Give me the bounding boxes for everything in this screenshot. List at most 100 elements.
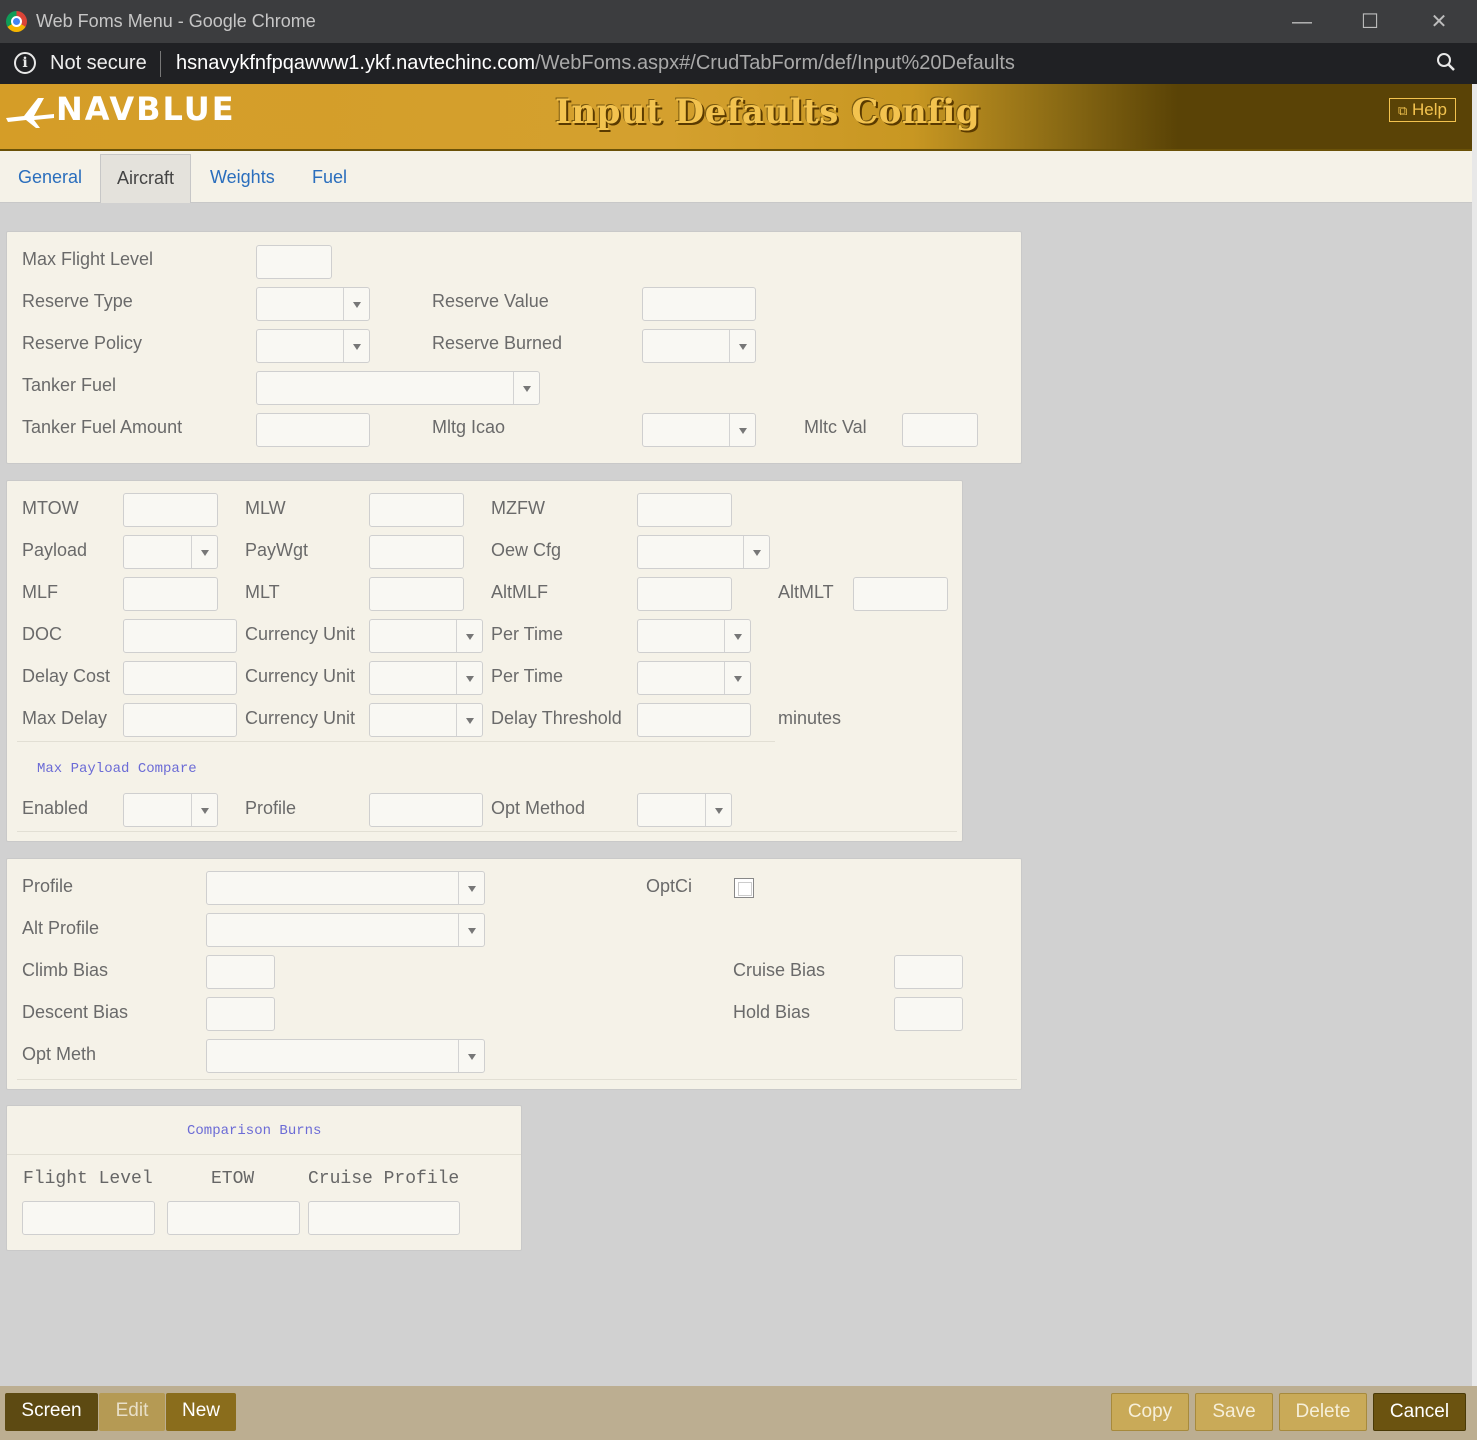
alt-profile-label: Alt Profile <box>22 918 100 938</box>
tab-fuel[interactable]: Fuel <box>296 154 363 203</box>
payload-select[interactable] <box>123 535 218 569</box>
help-button[interactable]: ⧉ Help <box>1389 98 1456 122</box>
doc-input[interactable] <box>123 619 237 653</box>
hold-bias-input[interactable] <box>894 997 963 1031</box>
chevron-down-icon <box>343 288 369 320</box>
comparison-burns-panel: Comparison Burns Flight Level ETOW Cruis… <box>6 1105 522 1251</box>
divider <box>17 831 957 832</box>
chevron-down-icon <box>456 704 482 736</box>
mltg-icao-select[interactable] <box>642 413 756 447</box>
screen-button[interactable]: Screen <box>5 1393 98 1431</box>
enabled-label: Enabled <box>22 798 89 818</box>
reserve-burned-label: Reserve Burned <box>432 333 563 353</box>
enabled-select[interactable] <box>123 793 218 827</box>
maximize-button[interactable]: ☐ <box>1350 8 1390 36</box>
app-header: NAVBLUE Input Defaults Config ⧉ Help <box>0 84 1472 151</box>
chevron-down-icon <box>513 372 539 404</box>
altmlf-input[interactable] <box>637 577 732 611</box>
mlw-label: MLW <box>245 498 286 518</box>
alt-profile-select[interactable] <box>206 913 485 947</box>
delay-cost-input[interactable] <box>123 661 237 695</box>
new-button[interactable]: New <box>166 1393 236 1431</box>
minimize-button[interactable]: — <box>1282 8 1322 36</box>
profile-panel: Profile OptCi Alt Profile Climb Bias Cru… <box>6 858 1022 1090</box>
delay-currency-unit-select[interactable] <box>369 661 483 695</box>
tanker-fuel-amount-input[interactable] <box>256 413 370 447</box>
url-text[interactable]: hsnavykfnfpqawww1.ykf.navtechinc.com/Web… <box>176 52 1015 75</box>
opt-method-select[interactable] <box>637 793 732 827</box>
chevron-down-icon <box>743 536 769 568</box>
doc-currency-unit-select[interactable] <box>369 619 483 653</box>
scrollbar-track[interactable] <box>1472 84 1477 1386</box>
reserve-value-input[interactable] <box>642 287 756 321</box>
chevron-down-icon <box>191 536 217 568</box>
currency-unit-label: Currency Unit <box>245 708 356 728</box>
navblue-logo: NAVBLUE <box>56 90 236 128</box>
mlf-label: MLF <box>22 582 58 602</box>
url-path: /WebFoms.aspx#/CrudTabForm/def/Input%20D… <box>535 52 1015 74</box>
chevron-down-icon <box>456 662 482 694</box>
delay-threshold-label: Delay Threshold <box>491 708 622 728</box>
max-delay-input[interactable] <box>123 703 237 737</box>
max-flight-level-input[interactable] <box>256 245 332 279</box>
reserve-type-select[interactable] <box>256 287 370 321</box>
descent-bias-label: Descent Bias <box>22 1002 129 1022</box>
opt-method-label: Opt Method <box>491 798 586 818</box>
chrome-logo-icon <box>6 11 27 32</box>
mlf-input[interactable] <box>123 577 218 611</box>
zoom-icon[interactable] <box>1436 52 1456 72</box>
tab-weights[interactable]: Weights <box>194 154 291 203</box>
edit-button[interactable]: Edit <box>99 1393 165 1431</box>
per-time-label: Per Time <box>491 666 564 686</box>
cruise-bias-input[interactable] <box>894 955 963 989</box>
descent-bias-input[interactable] <box>206 997 275 1031</box>
tab-aircraft[interactable]: Aircraft <box>100 154 192 203</box>
max-delay-currency-unit-select[interactable] <box>369 703 483 737</box>
altmlt-input[interactable] <box>853 577 948 611</box>
tanker-fuel-select[interactable] <box>256 371 540 405</box>
info-icon[interactable]: i <box>14 52 36 74</box>
reserve-panel: Max Flight Level Reserve Type Reserve Va… <box>6 231 1022 464</box>
mzfw-input[interactable] <box>637 493 732 527</box>
mlt-input[interactable] <box>369 577 464 611</box>
flight-level-input[interactable] <box>22 1201 155 1235</box>
profile-select[interactable] <box>206 871 485 905</box>
cruise-profile-input[interactable] <box>308 1201 460 1235</box>
security-status[interactable]: Not secure <box>50 52 147 75</box>
page-title: Input Defaults Config <box>555 92 981 132</box>
oew-cfg-select[interactable] <box>637 535 770 569</box>
mpc-profile-input[interactable] <box>369 793 483 827</box>
paywgt-input[interactable] <box>369 535 464 569</box>
comparison-burns-heading: Comparison Burns <box>187 1123 322 1139</box>
optci-checkbox[interactable] <box>734 878 754 898</box>
reserve-policy-select[interactable] <box>256 329 370 363</box>
reserve-burned-select[interactable] <box>642 329 756 363</box>
tab-general[interactable]: General <box>2 154 98 203</box>
save-button[interactable]: Save <box>1195 1393 1273 1431</box>
reserve-type-label: Reserve Type <box>22 291 133 311</box>
browser-title-bar: Web Foms Menu - Google Chrome — ☐ ✕ <box>0 0 1477 43</box>
delete-button[interactable]: Delete <box>1279 1393 1367 1431</box>
mlw-input[interactable] <box>369 493 464 527</box>
climb-bias-input[interactable] <box>206 955 275 989</box>
delay-per-time-select[interactable] <box>637 661 751 695</box>
altmlt-label: AltMLT <box>778 582 834 602</box>
divider <box>7 1154 521 1155</box>
altmlf-label: AltMLF <box>491 582 549 602</box>
oew-cfg-label: Oew Cfg <box>491 540 562 560</box>
close-button[interactable]: ✕ <box>1419 8 1459 36</box>
chevron-down-icon <box>191 794 217 826</box>
currency-unit-label: Currency Unit <box>245 624 356 644</box>
address-bar[interactable]: i Not secure hsnavykfnfpqawww1.ykf.navte… <box>0 43 1477 84</box>
reserve-value-label: Reserve Value <box>432 291 549 311</box>
delay-threshold-input[interactable] <box>637 703 751 737</box>
etow-input[interactable] <box>167 1201 300 1235</box>
mtow-input[interactable] <box>123 493 218 527</box>
copy-button[interactable]: Copy <box>1111 1393 1189 1431</box>
reserve-policy-label: Reserve Policy <box>22 333 143 353</box>
cancel-button[interactable]: Cancel <box>1373 1393 1466 1431</box>
opt-meth-select[interactable] <box>206 1039 485 1073</box>
mltc-val-input[interactable] <box>902 413 978 447</box>
doc-per-time-select[interactable] <box>637 619 751 653</box>
chevron-down-icon <box>458 914 484 946</box>
